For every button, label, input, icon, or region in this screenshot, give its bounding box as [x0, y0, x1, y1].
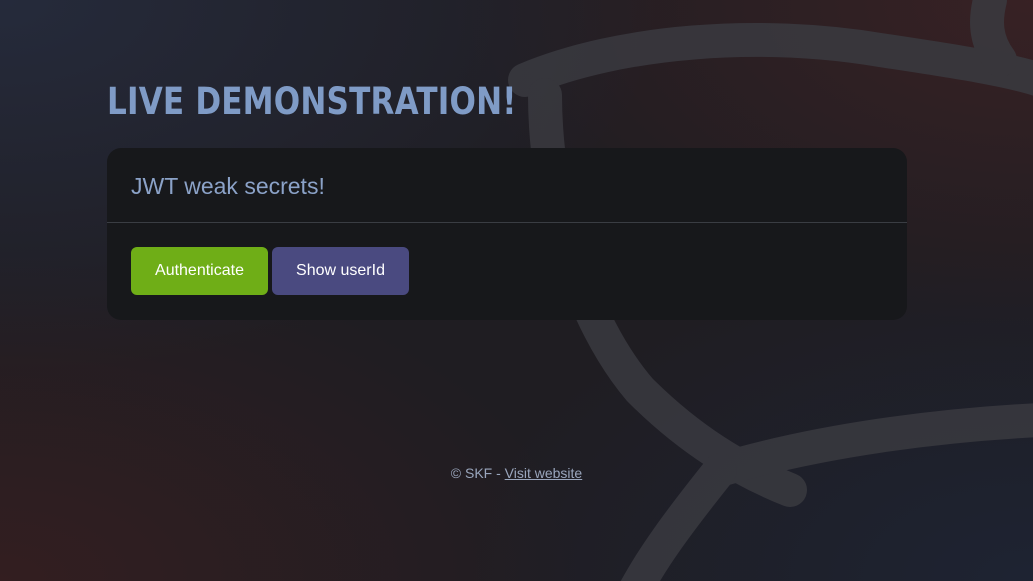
- card-title: JWT weak secrets!: [131, 173, 325, 199]
- show-userid-button[interactable]: Show userId: [272, 247, 409, 295]
- page-title: LIVE DEMONSTRATION!: [107, 80, 517, 123]
- card-body: Authenticate Show userId: [107, 223, 907, 295]
- visit-website-link[interactable]: Visit website: [505, 465, 583, 481]
- footer-copyright: © SKF -: [450, 465, 505, 481]
- demo-card: JWT weak secrets! Authenticate Show user…: [107, 148, 907, 320]
- footer: © SKF - Visit website: [0, 465, 1033, 481]
- authenticate-button[interactable]: Authenticate: [131, 247, 268, 295]
- card-header: JWT weak secrets!: [107, 148, 907, 223]
